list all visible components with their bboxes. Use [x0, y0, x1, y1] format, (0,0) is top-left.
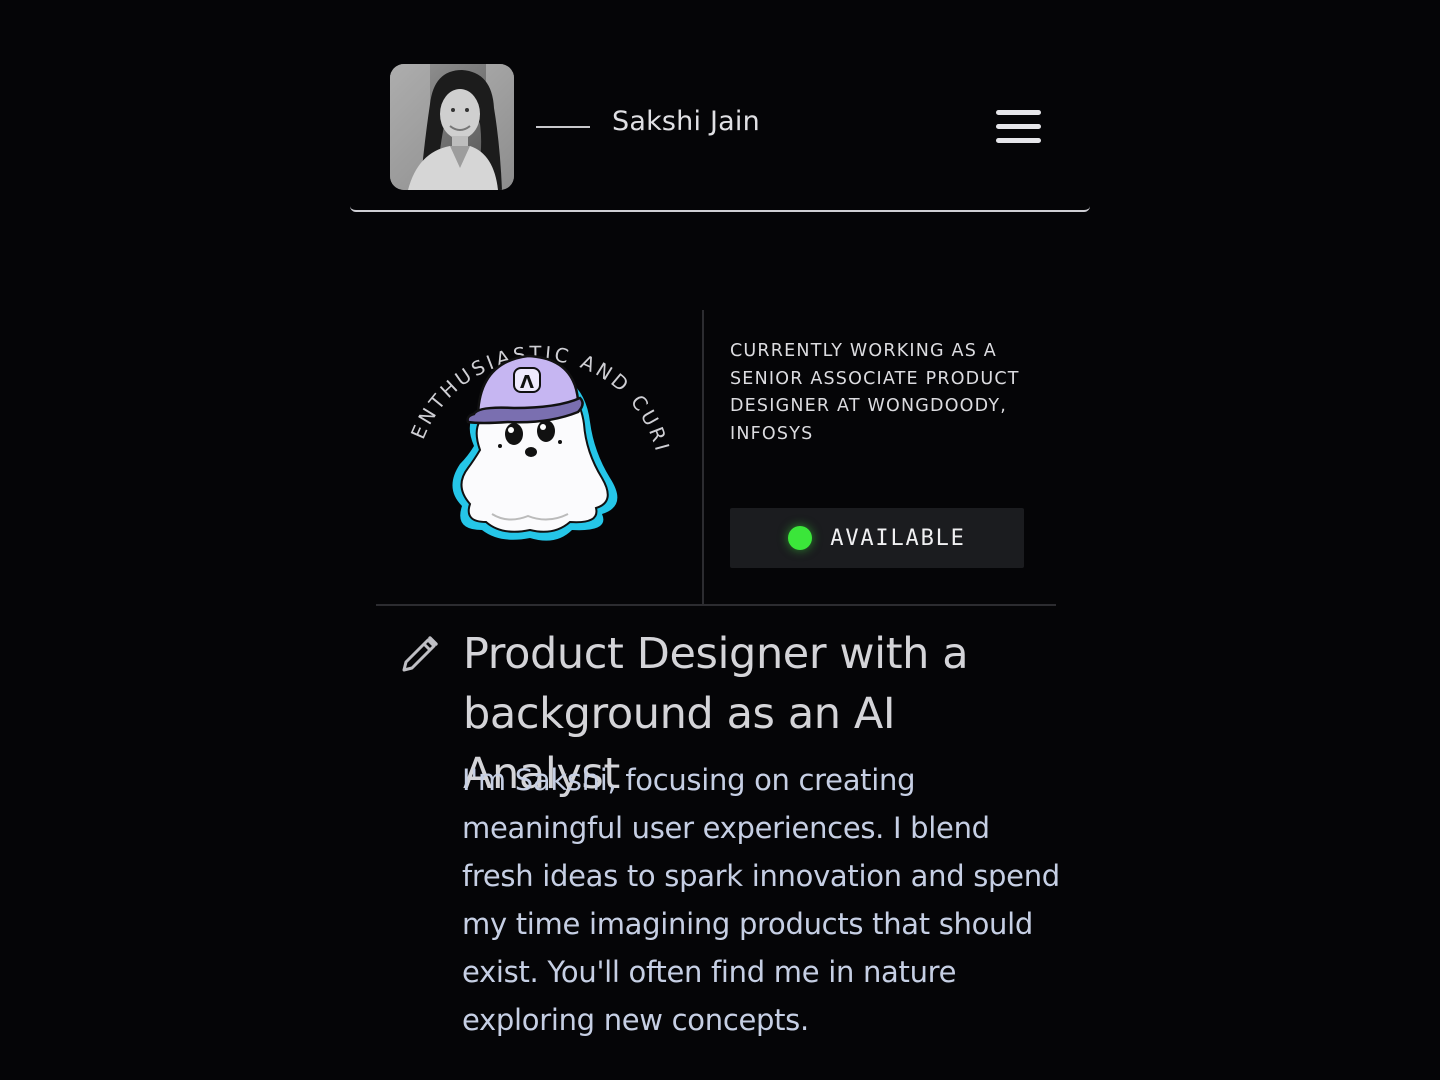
- portfolio-page: Sakshi Jain ENTHUSIASTIC AND CURIOUS Λ: [0, 0, 1440, 1080]
- menu-bar: [995, 109, 1041, 115]
- status-dot-icon: [788, 526, 813, 550]
- ghost-badge: ENTHUSIASTIC AND CURIOUS Λ: [388, 318, 671, 541]
- availability-label: AVAILABLE: [830, 525, 966, 551]
- hero-horizontal-divider: [376, 604, 1056, 606]
- site-header: Sakshi Jain: [350, 40, 1090, 212]
- cap-logo: Λ: [520, 372, 534, 393]
- pencil-icon: [402, 636, 438, 672]
- avatar[interactable]: [390, 64, 514, 190]
- header-name[interactable]: Sakshi Jain: [612, 106, 760, 137]
- current-role-text: CURRENTLY WORKING AS A SENIOR ASSOCIATE …: [730, 341, 1020, 444]
- header-divider-line: [536, 126, 590, 128]
- ghost-mascot-icon: Λ: [452, 354, 618, 541]
- menu-bar: [995, 123, 1041, 129]
- hamburger-menu-icon[interactable]: [990, 98, 1046, 154]
- avatar-photo: [390, 64, 514, 190]
- hero-vertical-divider: [702, 310, 704, 604]
- availability-badge[interactable]: AVAILABLE: [730, 508, 1024, 568]
- menu-bar: [995, 137, 1041, 143]
- bio-paragraph: I'm Sakshi, focusing on creating meaning…: [462, 763, 1060, 1037]
